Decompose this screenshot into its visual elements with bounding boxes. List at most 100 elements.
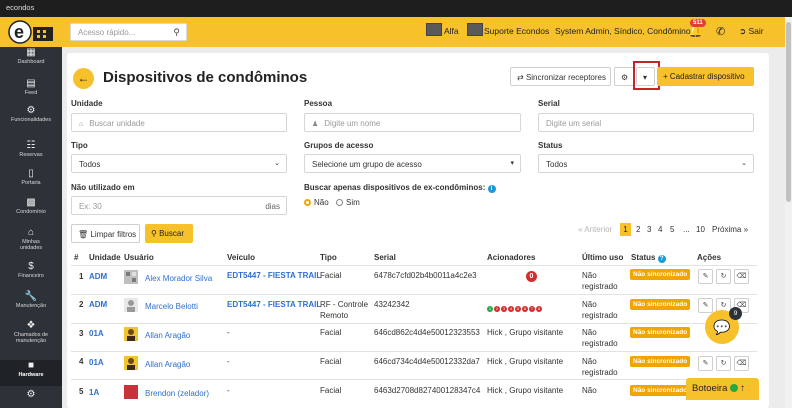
- unit-link[interactable]: ADM: [89, 299, 107, 310]
- former-yes-radio[interactable]: Sim: [336, 198, 360, 207]
- arrow-left-icon: ←: [77, 71, 90, 85]
- user-link[interactable]: Allan Aragão: [145, 330, 190, 341]
- trash-icon: ⌫: [736, 360, 747, 367]
- pagination-page-2[interactable]: 2: [636, 225, 640, 234]
- refresh-icon: ↻: [720, 273, 727, 280]
- highlight-box: [633, 61, 660, 90]
- vehicle-link[interactable]: EDT5447 - FIESTA TRAIL: [227, 299, 321, 310]
- search-icon: ⚲: [151, 229, 157, 238]
- avatar: [124, 298, 138, 312]
- sidebar-item-hardware[interactable]: ■ Hardware: [0, 360, 62, 386]
- user-menu[interactable]: System Admin, Síndico, Condômino: [555, 26, 691, 36]
- back-button[interactable]: ←: [73, 68, 94, 89]
- vehicle-link[interactable]: EDT5447 - FIESTA TRAIL: [227, 270, 321, 281]
- unit-search-input[interactable]: ⌂ Buscar unidade: [71, 113, 287, 132]
- notification-badge: 511: [690, 19, 706, 27]
- question-icon: ?: [657, 255, 666, 263]
- user-link[interactable]: Marcelo Belotti: [145, 301, 198, 312]
- col-header-num: #: [74, 253, 79, 262]
- sidebar-item-minhas-unidades[interactable]: ⌂ Minhas unidades: [0, 228, 62, 252]
- unit-link[interactable]: 01A: [89, 357, 104, 368]
- unit-link[interactable]: ADM: [89, 271, 107, 282]
- phone-icon[interactable]: ✆: [716, 25, 725, 38]
- col-header-serial: Serial: [374, 253, 396, 262]
- building-icon: ▩: [26, 197, 36, 208]
- econdos-logo[interactable]: e: [8, 20, 58, 44]
- sidebar-item-chamados[interactable]: ❖ Chamados de manutenção: [0, 321, 62, 345]
- sync-button[interactable]: ↻: [716, 356, 731, 371]
- sync-icon: ⇄: [517, 73, 524, 82]
- unused-label: Não utilizado em: [71, 183, 135, 192]
- sidebar-item-dashboard[interactable]: ▦ Dashboard: [0, 48, 62, 65]
- person-label: Pessoa: [304, 99, 333, 108]
- former-no-radio[interactable]: Não: [304, 198, 329, 207]
- caret-down-icon: ▾: [510, 160, 514, 167]
- sidebar-item-portaria[interactable]: ▯ Portaria: [0, 169, 62, 186]
- pagination-prev[interactable]: « Anterior: [578, 225, 612, 234]
- col-header-type: Tipo: [320, 253, 337, 262]
- settings-button[interactable]: ⚙: [614, 67, 634, 86]
- status-select[interactable]: Todos ⌄: [538, 154, 754, 173]
- condo-thumbnail: [426, 23, 442, 36]
- plus-icon: +: [663, 72, 668, 81]
- botoeira-button[interactable]: Botoeira ↑: [686, 378, 759, 400]
- pagination-page-1[interactable]: 1: [620, 223, 631, 236]
- edit-button[interactable]: ✎: [698, 298, 713, 313]
- type-label: Tipo: [71, 141, 88, 150]
- pagination-page-10[interactable]: 10: [696, 225, 705, 234]
- unit-link[interactable]: 1A: [89, 387, 99, 398]
- status-label: Status: [538, 141, 563, 150]
- create-device-button[interactable]: + Cadastrar dispositivo: [657, 67, 754, 86]
- edit-button[interactable]: ✎: [698, 269, 713, 284]
- chat-icon: 💬: [713, 319, 731, 335]
- status-badge: Não sincronizado: [630, 327, 691, 338]
- type-select[interactable]: Todos ⌄: [71, 154, 287, 173]
- pagination-ellipsis: ...: [683, 225, 690, 234]
- sidebar-item-funcionalidades[interactable]: ⚙ Funcionalidades: [0, 105, 62, 123]
- user-link[interactable]: Allan Aragão: [145, 359, 190, 370]
- page-scrollbar-thumb[interactable]: [786, 22, 791, 202]
- edit-button[interactable]: ✎: [698, 356, 713, 371]
- sidebar-item-more[interactable]: ⚙: [0, 390, 62, 401]
- home-icon: ⌂: [79, 121, 84, 128]
- serial-search-input[interactable]: Digite um serial: [538, 113, 754, 132]
- unused-days-input[interactable]: Ex: 30 dias: [71, 196, 287, 215]
- user-link[interactable]: Brendon (zelador): [145, 388, 209, 399]
- sync-receivers-button[interactable]: ⇄ Sincronizar receptores: [510, 67, 611, 86]
- refresh-icon: ↻: [720, 360, 727, 367]
- sidebar-item-condominio[interactable]: ▩ Condomínio: [0, 197, 62, 215]
- sync-button[interactable]: ↻: [716, 269, 731, 284]
- sidebar-item-financeiro[interactable]: $ Financeiro: [0, 261, 62, 279]
- col-header-actions: Ações: [697, 253, 722, 262]
- delete-button[interactable]: ⌫: [734, 356, 749, 371]
- pagination-page-4[interactable]: 4: [658, 225, 662, 234]
- sidebar-item-manutencao[interactable]: 🔧 Manutenção: [0, 292, 62, 309]
- pagination-page-3[interactable]: 3: [647, 225, 651, 234]
- gears-icon: ⚙: [26, 105, 36, 116]
- avatar: [124, 327, 138, 341]
- status-badge: Não sincronizado: [630, 356, 691, 367]
- quick-search-input[interactable]: Acesso rápido... ⚲: [70, 23, 187, 41]
- sidebar-item-reservas[interactable]: ☷ Reservas: [0, 141, 62, 158]
- user-link[interactable]: Alex Morador Silva: [145, 273, 212, 284]
- triggers-count-badge: 0: [526, 271, 537, 282]
- pagination-page-5[interactable]: 5: [670, 225, 674, 234]
- svg-text:e: e: [14, 22, 24, 42]
- logout-button[interactable]: ➲ Sair: [739, 26, 764, 37]
- dollar-icon: $: [28, 261, 34, 272]
- col-header-vehicle: Veículo: [227, 253, 256, 262]
- condo-name[interactable]: Alfa: [444, 26, 459, 36]
- search-button[interactable]: ⚲ Buscar: [145, 224, 193, 243]
- col-header-unit: Unidade: [89, 253, 121, 262]
- unit-link[interactable]: 01A: [89, 328, 104, 339]
- person-search-input[interactable]: ♟ Digite um nome: [304, 113, 521, 132]
- pagination-next[interactable]: Próxima »: [712, 225, 748, 234]
- newspaper-icon: ▤: [26, 78, 36, 89]
- access-groups-select[interactable]: Selecione um grupo de acesso ▾: [304, 154, 521, 173]
- clear-filters-button[interactable]: 🗑 Limpar filtros: [71, 224, 140, 243]
- delete-button[interactable]: ⌫: [734, 269, 749, 284]
- sidebar-item-feed[interactable]: ▤ Feed: [0, 78, 62, 96]
- status-badge: Não sincronizado: [630, 299, 691, 310]
- support-link[interactable]: Suporte Econdos: [484, 26, 549, 36]
- window-title: econdos: [0, 0, 792, 17]
